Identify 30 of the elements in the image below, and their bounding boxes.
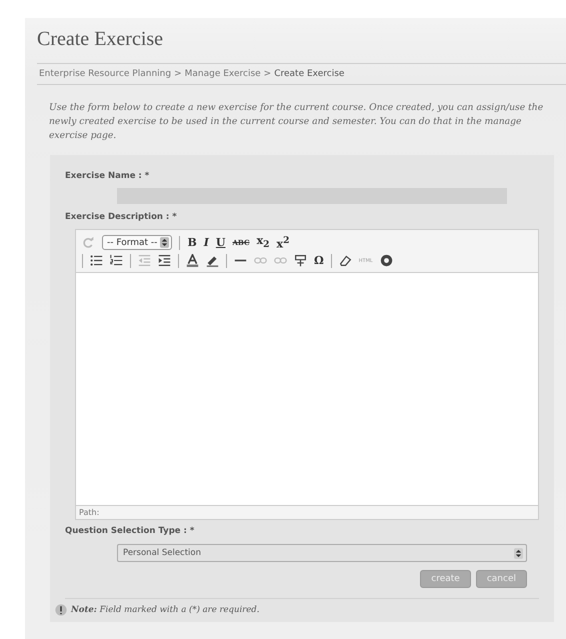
info-icon — [55, 604, 67, 616]
toolbar-button[interactable]: x$_{2}$ — [256, 234, 270, 251]
eraser-icon[interactable] — [338, 254, 352, 267]
breadcrumb-separator: > — [264, 69, 272, 79]
field-label: Question Selection Type : * — [65, 526, 196, 536]
required-note: Note: Field marked with a (*) are required. — [71, 605, 260, 615]
bold-button[interactable]: B — [187, 236, 197, 249]
spinner-icon — [514, 548, 523, 558]
page-title: Create Exercise — [37, 27, 164, 52]
help-icon[interactable] — [380, 254, 393, 267]
field-label: Exercise Description : * — [65, 212, 178, 222]
underline-button[interactable]: U — [216, 236, 226, 249]
toolbar-button[interactable]: Ω — [314, 254, 324, 267]
breadcrumb-separator: > — [174, 69, 182, 79]
bullet-list-icon[interactable] — [90, 254, 103, 267]
indent-icon[interactable] — [158, 254, 171, 267]
italic-button[interactable]: I — [204, 236, 209, 249]
breadcrumb-link[interactable]: Enterprise Resource Planning — [39, 69, 172, 79]
highlight-color-icon[interactable] — [206, 254, 219, 267]
text-color-icon[interactable] — [186, 254, 199, 267]
selection-type-dropdown[interactable]: Personal Selection — [117, 544, 527, 562]
format-dropdown[interactable]: -- Format -- — [102, 235, 172, 250]
numbered-list-icon[interactable] — [110, 254, 123, 267]
spinner-icon — [160, 237, 170, 248]
intro-text: Use the form below to create a new exercise for the current course. Once created, you can assign/use the newly created exercise to be used in the current course and semester. You can do that in the manage exercise page. — [49, 101, 544, 143]
editor-path-bar: Path: — [76, 505, 538, 519]
field-label: Exercise Name : * — [65, 171, 150, 181]
toolbar-button[interactable]: x$^{2}$ — [276, 234, 290, 250]
current-page-label: Create Exercise — [274, 69, 344, 79]
breadcrumb-link[interactable]: Manage Exercise — [184, 69, 261, 79]
